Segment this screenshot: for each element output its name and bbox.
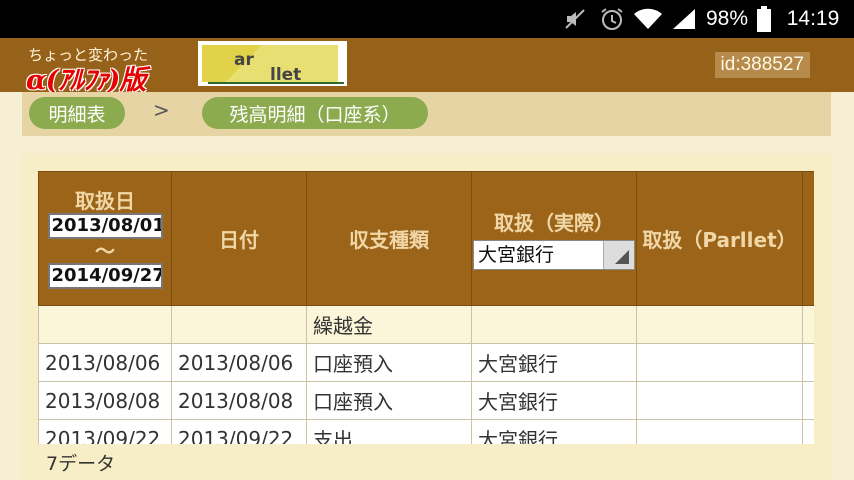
dropdown-arrow-icon (603, 241, 634, 269)
breadcrumb-item-statement[interactable]: 明細表 (29, 97, 125, 129)
cell-type: 支出 (306, 419, 472, 444)
cell-day: 2013/08/08 (171, 381, 307, 420)
col-header-type: 収支種類 (306, 171, 472, 306)
cell-date (38, 305, 172, 344)
date-from-input[interactable]: 2013/08/01 (47, 212, 163, 239)
content-panel: 取扱日 2013/08/01 ～ 2014/09/27 日付 収支種類 取扱（実… (22, 153, 831, 480)
cell-actual: 大宮銀行 (471, 381, 637, 420)
col-header-actual-label: 取扱（実際） (494, 211, 614, 235)
account-select[interactable]: 大宮銀行 (473, 240, 635, 270)
breadcrumb-separator: > (153, 98, 170, 122)
svg-text:ar: ar (234, 50, 254, 70)
col-header-actual: 取扱（実際） 大宮銀行 (471, 171, 637, 306)
cell-extra (802, 343, 814, 382)
table-row[interactable]: 2013/08/08 2013/08/08 口座預入 大宮銀行 (38, 381, 814, 420)
battery-percent: 98% (705, 7, 749, 30)
col-header-parllet: 取扱（Parllet） (636, 171, 803, 306)
account-select-value: 大宮銀行 (478, 244, 555, 266)
cell-type: 繰越金 (306, 305, 472, 344)
parllet-logo[interactable]: ar llet (198, 41, 347, 86)
col-header-handling-date: 取扱日 2013/08/01 ～ 2014/09/27 (38, 171, 172, 306)
breadcrumb: 明細表 > 残高明細（口座系） (22, 92, 831, 136)
cell-actual: 大宮銀行 (471, 419, 637, 444)
app-logo[interactable]: ちょっと変わった α(ｱﾙﾌｧ)版 (26, 42, 196, 96)
cell-parllet (636, 305, 803, 344)
clock: 14:19 (786, 7, 840, 30)
cell-date: 2013/09/22 (38, 419, 172, 444)
cell-actual: 大宮銀行 (471, 343, 637, 382)
user-id-badge: id:388527 (714, 52, 810, 78)
date-to-input[interactable]: 2014/09/27 (47, 262, 163, 289)
table-row[interactable]: 繰越金 (38, 305, 814, 344)
cell-date: 2013/08/08 (38, 381, 172, 420)
col-header-extra (802, 171, 814, 306)
breadcrumb-item-balance-detail[interactable]: 残高明細（口座系） (202, 97, 428, 129)
table-row[interactable]: 2013/08/06 2013/08/06 口座預入 大宮銀行 (38, 343, 814, 382)
cell-extra (802, 305, 814, 344)
cell-type: 口座預入 (306, 381, 472, 420)
table-header-row: 取扱日 2013/08/01 ～ 2014/09/27 日付 収支種類 取扱（実… (38, 171, 814, 306)
cell-extra (802, 381, 814, 420)
battery-icon (754, 0, 774, 38)
signal-icon (670, 0, 698, 38)
cell-parllet (636, 343, 803, 382)
record-count: 7データ (46, 453, 116, 475)
cell-extra (802, 419, 814, 444)
cell-date: 2013/08/06 (38, 343, 172, 382)
cell-parllet (636, 419, 803, 444)
status-bar: 98% 14:19 (0, 0, 854, 38)
cell-day (171, 305, 307, 344)
cell-day: 2013/08/06 (171, 343, 307, 382)
alarm-icon (597, 0, 627, 38)
cell-day: 2013/09/22 (171, 419, 307, 444)
cell-parllet (636, 381, 803, 420)
app-header: ちょっと変わった α(ｱﾙﾌｧ)版 ar llet id:388527 (0, 38, 854, 96)
cell-type: 口座預入 (306, 343, 472, 382)
date-range-tilde: ～ (95, 238, 115, 263)
balance-table: 取扱日 2013/08/01 ～ 2014/09/27 日付 収支種類 取扱（実… (38, 171, 814, 444)
balance-table-scroll[interactable]: 取扱日 2013/08/01 ～ 2014/09/27 日付 収支種類 取扱（実… (38, 171, 814, 444)
col-header-handling-date-label: 取扱日 (75, 188, 135, 213)
mute-icon (561, 0, 589, 38)
cell-actual (471, 305, 637, 344)
table-row[interactable]: 2013/09/22 2013/09/22 支出 大宮銀行 (38, 419, 814, 444)
col-header-date: 日付 (171, 171, 307, 306)
wifi-icon (632, 0, 664, 38)
